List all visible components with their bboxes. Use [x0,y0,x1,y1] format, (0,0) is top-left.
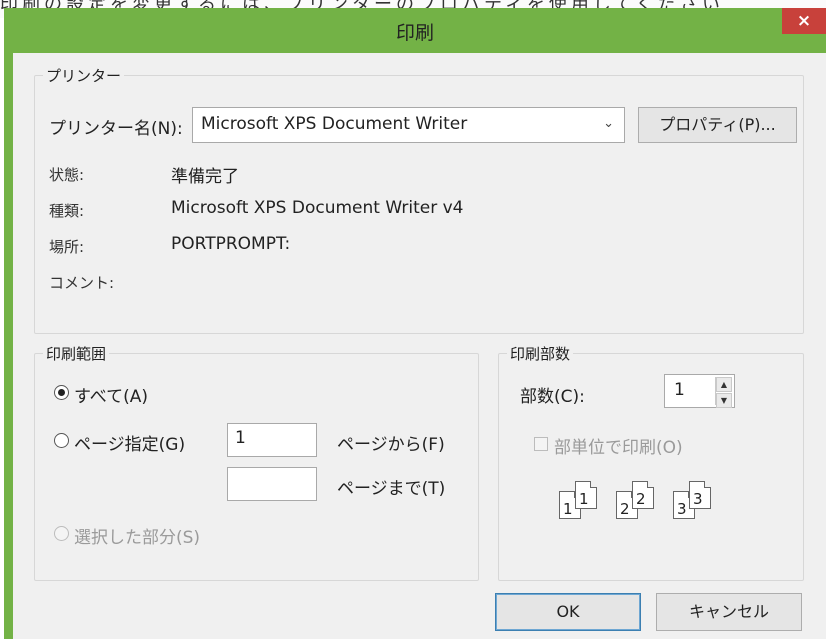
dialog-title: 印刷 [395,22,434,44]
type-value: Microsoft XPS Document Writer v4 [171,198,464,218]
range-selection-label: 選択した部分(S) [74,528,201,548]
properties-button[interactable]: プロパティ(P)... [638,107,797,143]
collate-checkbox[interactable] [534,437,548,451]
collate-illustration: 1 1 2 2 3 3 [559,473,739,523]
collate-page-icon: 2 [632,481,654,509]
range-selection-radio[interactable] [54,526,69,541]
type-label: 種類: [49,202,85,220]
spinner-buttons: ▲ ▼ [715,377,732,408]
printer-name-dropdown[interactable]: Microsoft XPS Document Writer ⌄ [192,107,625,143]
printer-name-value: Microsoft XPS Document Writer [201,114,468,134]
copies-group-label: 印刷部数 [510,345,571,363]
printer-group-label: プリンター [46,67,122,85]
close-icon: × [796,11,812,31]
copies-count-value: 1 [674,380,685,400]
range-all-radio[interactable] [54,385,69,400]
status-value: 準備完了 [171,167,239,187]
to-page-input[interactable] [227,467,317,501]
dialog-body: プリンター プリンター名(N): Microsoft XPS Document … [13,53,826,639]
ok-button[interactable]: OK [495,593,641,631]
from-page-value: 1 [235,428,246,448]
collate-page-icon: 3 [689,481,711,509]
title-bar: 印刷 × [4,8,826,53]
copies-group: 印刷部数 [498,343,804,581]
range-all-label[interactable]: すべて(A) [74,382,148,407]
spin-down-icon[interactable]: ▼ [716,393,732,408]
close-button[interactable]: × [782,8,826,34]
status-label: 状態: [49,166,85,184]
cancel-button[interactable]: キャンセル [656,593,802,631]
range-pages-radio[interactable] [54,433,69,448]
collate-page-icon: 1 [575,481,597,509]
from-page-input[interactable]: 1 [227,423,317,457]
copies-count-label: 部数(C): [520,387,585,407]
chevron-down-icon: ⌄ [603,116,614,131]
range-pages-label[interactable]: ページ指定(G) [74,430,185,455]
to-page-label: ページまで(T) [337,479,446,499]
comment-label: コメント: [49,274,115,292]
printer-name-label: プリンター名(N): [49,119,183,139]
print-range-group-label: 印刷範囲 [46,345,107,363]
spin-up-icon[interactable]: ▲ [716,377,732,392]
print-dialog: 印刷 × プリンター プリンター名(N): Microsoft XPS Docu… [4,8,826,639]
location-value: PORTPROMPT: [171,234,291,254]
location-label: 場所: [49,238,85,256]
copies-count-spinner[interactable]: 1 ▲ ▼ [664,374,735,408]
collate-label: 部単位で印刷(O) [554,438,683,458]
from-page-label: ページから(F) [337,435,445,455]
